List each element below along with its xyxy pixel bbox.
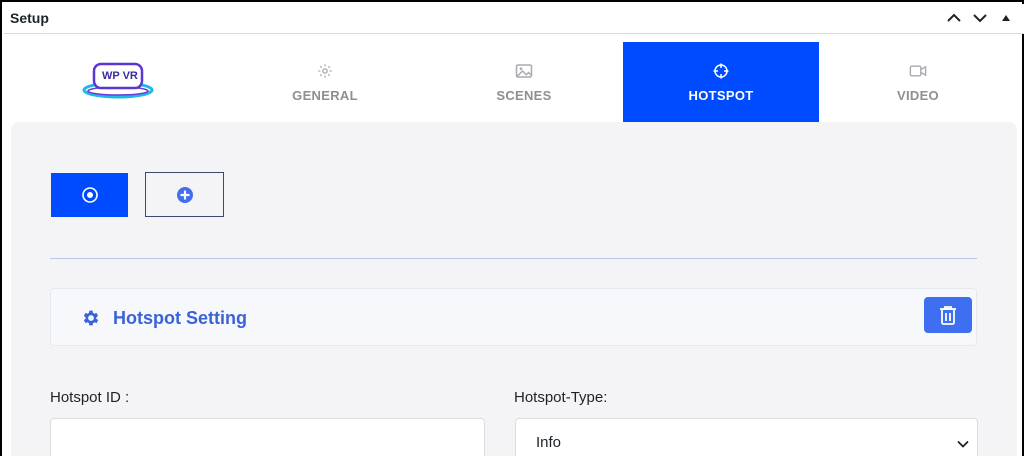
chevron-up-icon xyxy=(947,13,961,22)
setup-tabs: WP VR GENERAL SCENES HOTSPOT VIDEO xyxy=(4,42,1024,122)
move-down-button[interactable] xyxy=(970,8,990,28)
divider xyxy=(50,258,977,259)
gear-icon xyxy=(81,308,101,333)
video-icon xyxy=(909,62,927,80)
logo-text: WP VR xyxy=(102,70,138,82)
gear-icon xyxy=(316,62,334,80)
setup-metabox: Setup WP VR GENERAL SCENES HOTSPOT VIDEO… xyxy=(0,0,1024,456)
hotspot-item-button[interactable] xyxy=(51,173,128,217)
crosshair-icon xyxy=(712,62,730,80)
tab-hotspot[interactable]: HOTSPOT xyxy=(623,42,819,122)
add-hotspot-button[interactable] xyxy=(145,172,224,217)
toggle-panel-button[interactable] xyxy=(996,8,1016,28)
metabox-header: Setup xyxy=(4,4,1024,34)
hotspot-type-select[interactable]: Info xyxy=(515,418,978,456)
hotspot-panel: Hotspot Setting Hotspot ID : Hotspot-Typ… xyxy=(11,122,1017,456)
plus-circle-icon xyxy=(176,186,193,203)
tab-scenes[interactable]: SCENES xyxy=(426,42,622,122)
move-up-button[interactable] xyxy=(944,8,964,28)
hotspot-type-label: Hotspot-Type: xyxy=(514,389,608,406)
image-icon xyxy=(515,62,533,80)
caret-up-icon xyxy=(1002,15,1010,21)
radio-dot-icon xyxy=(81,187,98,203)
chevron-down-icon xyxy=(957,435,969,453)
tab-general[interactable]: GENERAL xyxy=(230,42,420,122)
trash-icon xyxy=(940,306,956,325)
hotspot-setting-header: Hotspot Setting xyxy=(50,288,977,346)
hotspot-id-label: Hotspot ID : xyxy=(50,389,130,406)
hotspot-id-input[interactable] xyxy=(50,418,485,456)
tab-hotspot-label: HOTSPOT xyxy=(688,87,754,103)
hotspot-type-value: Info xyxy=(536,434,562,451)
tab-video[interactable]: VIDEO xyxy=(820,42,1016,122)
tab-scenes-label: SCENES xyxy=(496,87,552,103)
hotspot-setting-title: Hotspot Setting xyxy=(113,308,247,328)
delete-hotspot-button[interactable] xyxy=(924,297,972,333)
metabox-title: Setup xyxy=(10,10,49,26)
tab-general-label: GENERAL xyxy=(292,87,358,103)
tab-video-label: VIDEO xyxy=(897,87,939,103)
wpvr-logo: WP VR xyxy=(80,58,156,104)
chevron-down-icon xyxy=(973,14,987,23)
